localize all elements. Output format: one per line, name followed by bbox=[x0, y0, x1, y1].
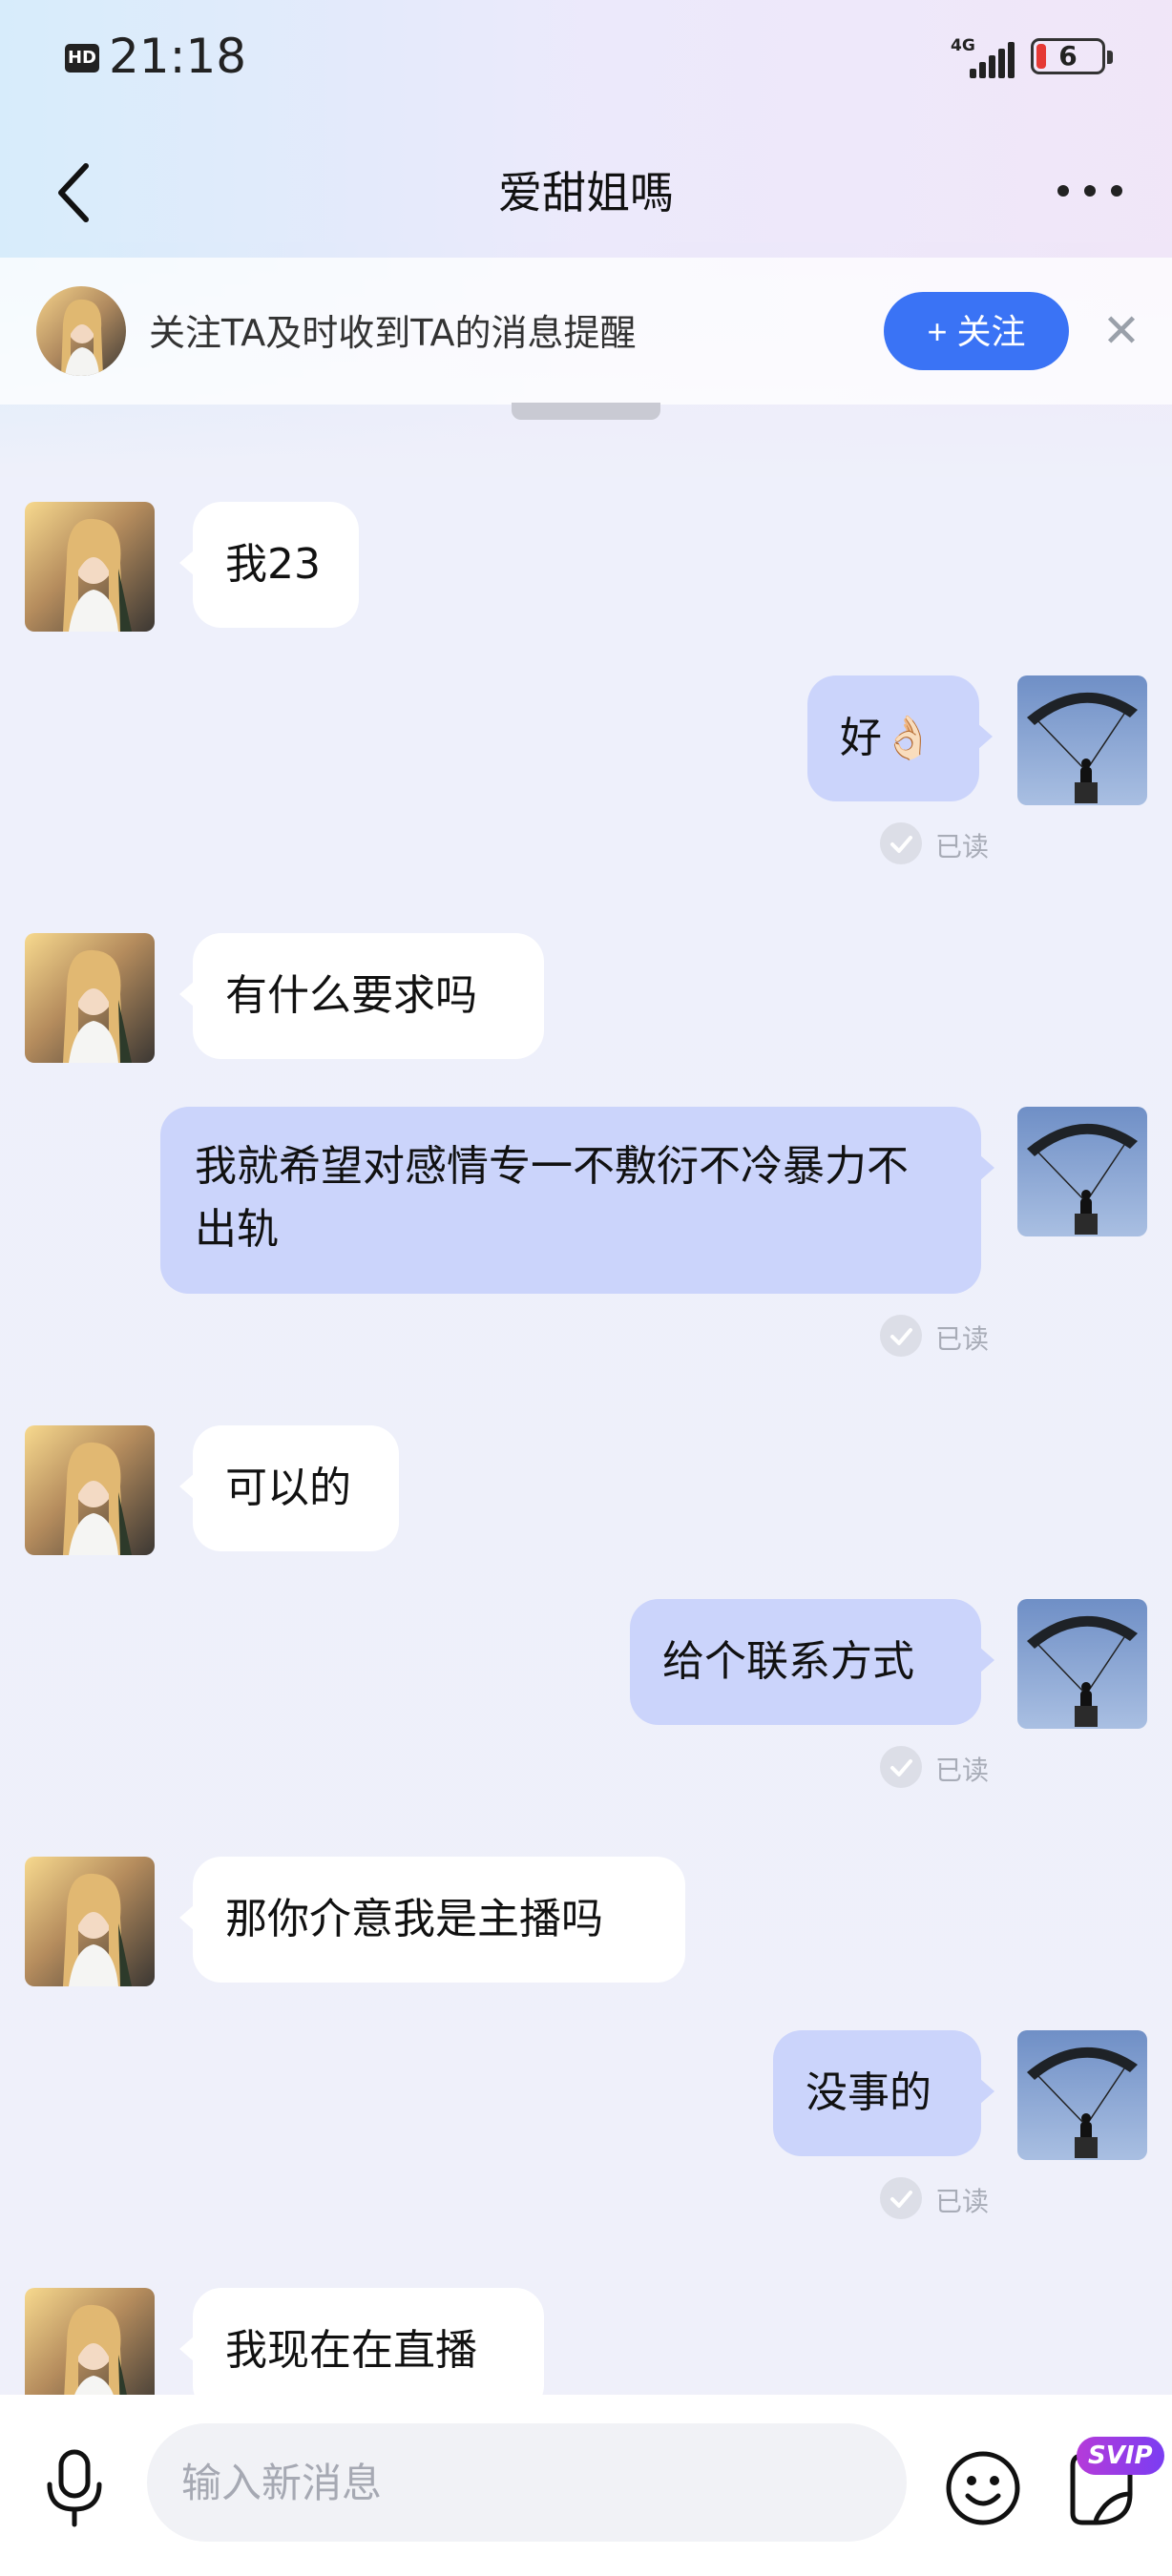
svip-badge: SVIP bbox=[1077, 2437, 1164, 2475]
emoji-icon[interactable] bbox=[939, 2444, 1027, 2532]
read-status: 已读 bbox=[935, 2186, 990, 2217]
avatar-self[interactable] bbox=[1017, 1107, 1147, 1236]
status-bar: HD 21:18 4G 6 bbox=[0, 0, 1172, 114]
avatar[interactable] bbox=[25, 1425, 155, 1555]
avatar[interactable] bbox=[25, 933, 155, 1063]
read-status: 已读 bbox=[935, 1323, 990, 1355]
check-icon bbox=[880, 1315, 922, 1357]
close-icon[interactable]: ✕ bbox=[1098, 303, 1145, 359]
avatar[interactable] bbox=[25, 1857, 155, 1986]
network-type: 4G bbox=[951, 36, 975, 55]
message-bubble-outgoing[interactable]: 我就希望对感情专一不敷衍不冷暴力不出轨 bbox=[160, 1107, 994, 1294]
avatar[interactable] bbox=[25, 502, 155, 632]
pull-tab bbox=[512, 403, 660, 420]
message-bubble-outgoing[interactable]: 给个联系方式 bbox=[630, 1599, 994, 1725]
battery-level: 6 bbox=[1058, 40, 1078, 72]
microphone-icon[interactable] bbox=[36, 2446, 113, 2530]
status-time: 21:18 bbox=[109, 29, 247, 84]
follow-banner: 关注TA及时收到TA的消息提醒 + 关注 ✕ bbox=[0, 258, 1172, 405]
message-bubble-incoming[interactable]: 那你介意我是主播吗 bbox=[179, 1857, 685, 1983]
message-bubble-incoming[interactable]: 可以的 bbox=[179, 1425, 399, 1551]
avatar-self[interactable] bbox=[1017, 675, 1147, 805]
battery-icon: 6 bbox=[1031, 38, 1113, 74]
message-input[interactable] bbox=[147, 2423, 907, 2542]
input-bar: SVIP bbox=[0, 2395, 1172, 2576]
signal-icon: 4G bbox=[951, 36, 1017, 78]
check-icon bbox=[880, 1746, 922, 1788]
read-status: 已读 bbox=[935, 831, 990, 862]
message-bubble-outgoing[interactable]: 没事的 bbox=[773, 2030, 994, 2156]
more-horizontal-icon[interactable] bbox=[1057, 172, 1134, 210]
avatar[interactable] bbox=[36, 286, 126, 376]
follow-hint-text: 关注TA及时收到TA的消息提醒 bbox=[149, 312, 637, 354]
message-bubble-outgoing[interactable]: 好👌🏻 bbox=[807, 675, 993, 801]
check-icon bbox=[880, 822, 922, 864]
hd-badge: HD bbox=[65, 44, 99, 73]
avatar-self[interactable] bbox=[1017, 2030, 1147, 2160]
message-bubble-incoming[interactable]: 有什么要求吗 bbox=[179, 933, 544, 1059]
page-title: 爱甜姐嗎 bbox=[498, 167, 674, 218]
chat-header: 爱甜姐嗎 bbox=[0, 134, 1172, 239]
avatar-self[interactable] bbox=[1017, 1599, 1147, 1729]
check-icon bbox=[880, 2177, 922, 2219]
read-status: 已读 bbox=[935, 1755, 990, 1786]
message-bubble-incoming[interactable]: 我23 bbox=[179, 502, 359, 628]
follow-button[interactable]: + 关注 bbox=[884, 292, 1069, 370]
